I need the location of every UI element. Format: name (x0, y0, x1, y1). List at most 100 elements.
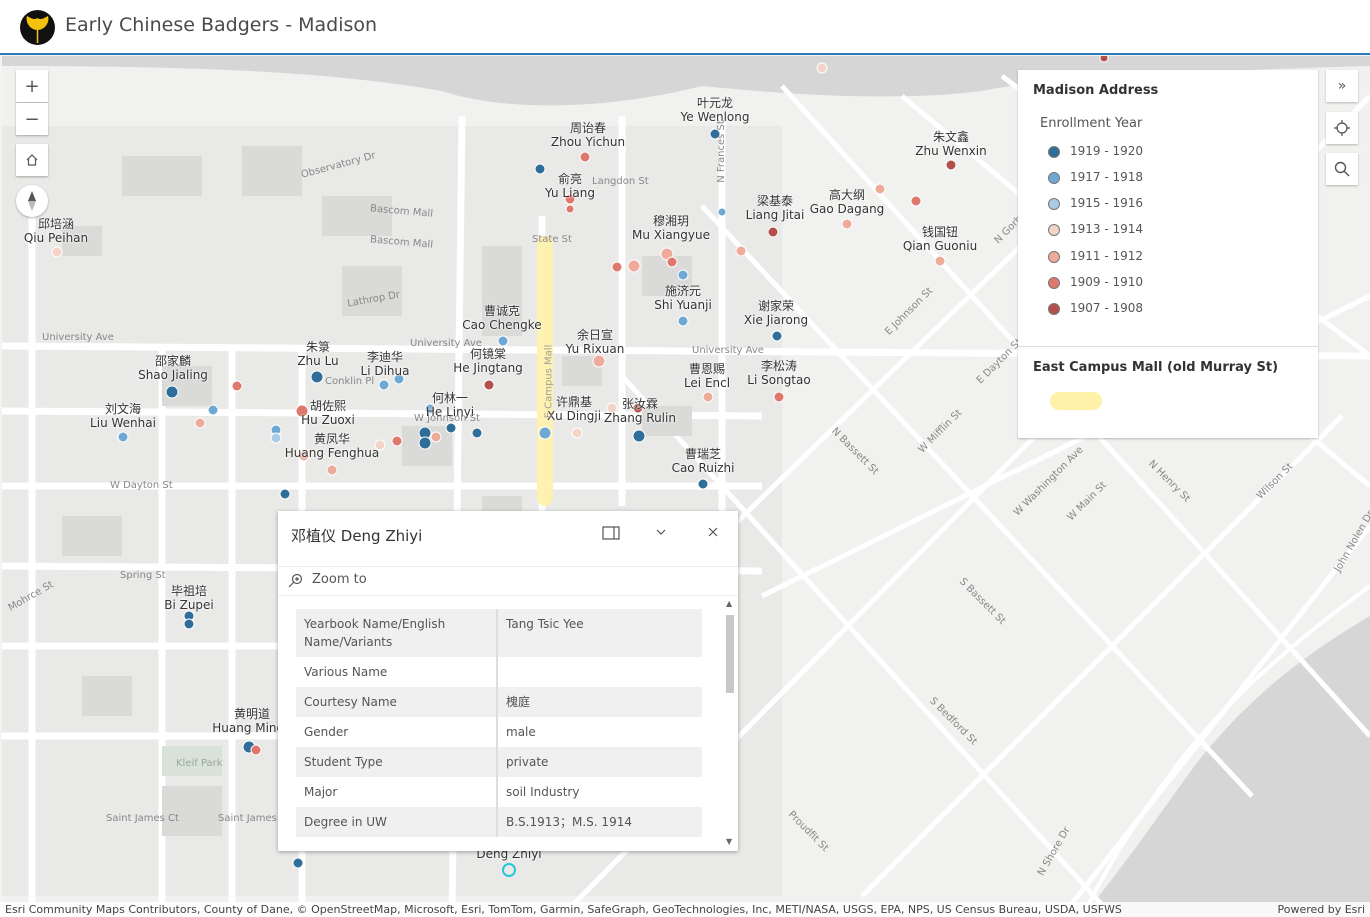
zoom-in-button[interactable]: + (16, 70, 48, 102)
legend-mall-swatch (1050, 392, 1102, 410)
locate-icon (1334, 120, 1350, 136)
zoom-to-action[interactable]: Zoom to (278, 566, 738, 596)
field-name: Student Type (296, 747, 498, 777)
map-label: 胡佐熙 Hu Zuoxi (301, 399, 355, 427)
search-button[interactable] (1326, 153, 1358, 185)
field-name: Degree in UW (296, 807, 498, 837)
field-name: Yearbook Name/English Name/Variants (296, 609, 498, 657)
ginkgo-logo-icon (20, 10, 55, 45)
map-label: 余日宣 Yu Rixuan (565, 328, 625, 356)
field-value (498, 657, 702, 687)
scroll-up-icon[interactable]: ▲ (726, 599, 732, 608)
map-label: 李迪华 Li Dihua (360, 350, 410, 378)
street-label: Saint James Ct (106, 813, 179, 824)
table-row: Yearbook Name/English Name/Variants Tang … (296, 609, 702, 657)
map-label: 曹恩赐 Lei Encl (683, 362, 731, 390)
map-label: 俞亮 Yu Liang (545, 172, 595, 200)
popup-title: 邓植仪 Deng Zhiyi (291, 527, 423, 545)
close-icon (708, 527, 718, 537)
field-value: 槐庭 (506, 695, 531, 709)
zoom-out-button[interactable]: − (16, 103, 48, 135)
map-label: 李松涛 Li Songtao (747, 359, 811, 387)
popup-scrollbar[interactable]: ▲ ▼ (724, 599, 736, 849)
legend-item: 1907 - 1908 (1048, 301, 1143, 315)
legend-swatch (1048, 276, 1060, 289)
zoom-to-icon (288, 573, 303, 588)
map-label: 刘文海 Liu Wenhai (90, 402, 156, 430)
legend-title: Madison Address (1033, 83, 1159, 98)
legend-item: 1917 - 1918 (1048, 170, 1143, 184)
street-label: University Ave (692, 345, 764, 356)
street-label: E Campus Mall (543, 344, 555, 419)
map-label: 黄凤华 Huang Fenghua (284, 432, 380, 460)
map-label: 高大纲 Gao Dagang (809, 188, 885, 216)
app-header: Early Chinese Badgers - Madison (0, 0, 1370, 55)
map-label: 梁基泰 Liang Jitai (745, 194, 805, 222)
zoom-to-label: Zoom to (312, 572, 367, 587)
table-row: Degree in UW B.S.1913；M.S. 1914 (296, 807, 702, 837)
table-row: Courtesy Name 槐庭 (296, 687, 702, 717)
legend-item: 1911 - 1912 (1048, 249, 1143, 263)
field-value: B.S.1913；M.S. 1914 (506, 815, 632, 829)
legend-swatch (1048, 223, 1060, 236)
legend-swatch (1048, 302, 1060, 315)
home-button[interactable] (16, 144, 48, 176)
chevron-down-icon (656, 529, 666, 535)
field-value: private (506, 755, 549, 769)
street-label: Conklin Pl (325, 376, 375, 387)
feature-popup: 邓植仪 Deng Zhiyi Zoom to Yearbook Name/Eng… (278, 511, 738, 851)
compass-button[interactable] (16, 185, 48, 217)
legend-divider (1018, 346, 1318, 347)
scroll-down-icon[interactable]: ▼ (726, 837, 732, 846)
map-label: 钱国钮 Qian Guoniu (902, 225, 978, 253)
map-label: 毕祖培 Bi Zupei (164, 584, 214, 612)
scroll-thumb[interactable] (726, 615, 734, 693)
map-label: 何镜棠 He Jingtang (453, 347, 523, 375)
legend-layer2-title: East Campus Mall (old Murray St) (1033, 360, 1279, 375)
park-label: Kleif Park (176, 758, 223, 769)
field-name: Major (296, 777, 498, 807)
table-row: Various Name (296, 657, 702, 687)
map-label: 曹诚克 Cao Chengke (462, 304, 542, 332)
close-button[interactable] (707, 526, 719, 542)
compass-icon (28, 191, 36, 211)
collapse-button[interactable] (655, 526, 667, 542)
table-row: Major soil Industry (296, 777, 702, 807)
street-label: W Johnson St (414, 413, 480, 424)
map-label: 邱培涵 Qiu Peihan (23, 217, 89, 245)
table-row: Gender male (296, 717, 702, 747)
attribution-bar: Esri Community Maps Contributors, County… (0, 902, 1370, 917)
street-label: State St (532, 234, 572, 245)
legend-swatch (1048, 145, 1060, 158)
street-label: Langdon St (592, 176, 649, 187)
map-label: 谢家荣 Xie Jiarong (743, 299, 809, 327)
locate-button[interactable] (1326, 112, 1358, 144)
table-row: Student Type private (296, 747, 702, 777)
dock-button[interactable] (602, 526, 620, 544)
legend-swatch (1048, 171, 1060, 184)
field-value: Tang Tsic Yee (506, 617, 584, 631)
legend-swatch (1048, 250, 1060, 263)
chevrons-right-icon: » (1337, 78, 1347, 94)
app-title: Early Chinese Badgers - Madison (65, 14, 378, 36)
field-value: soil Industry (506, 785, 580, 799)
attribution-text: Esri Community Maps Contributors, County… (5, 903, 1122, 916)
search-icon (1334, 161, 1350, 177)
map-label: 邵家麟 Shao Jialing (138, 354, 208, 382)
legend-panel: Madison Address Enrollment Year 1919 - 1… (1018, 70, 1318, 438)
legend-item: 1913 - 1914 (1048, 222, 1143, 236)
field-value: male (506, 725, 536, 739)
legend-field: Enrollment Year (1040, 116, 1143, 131)
attribute-table: Yearbook Name/English Name/Variants Tang … (296, 609, 702, 837)
field-name: Courtesy Name (296, 687, 498, 717)
powered-by-link[interactable]: Powered by Esri (1277, 903, 1365, 916)
legend-item: 1909 - 1910 (1048, 275, 1143, 289)
map-label: 施济元 Shi Yuanji (654, 284, 712, 312)
map-label: 朱文鑫 Zhu Wenxin (915, 130, 987, 158)
street-label: University Ave (42, 332, 114, 343)
dock-icon (602, 526, 620, 540)
expand-panel-button[interactable]: » (1326, 70, 1358, 102)
field-name: Gender (296, 717, 498, 747)
street-label: W Dayton St (110, 480, 173, 491)
street-label: University Ave (410, 338, 482, 349)
